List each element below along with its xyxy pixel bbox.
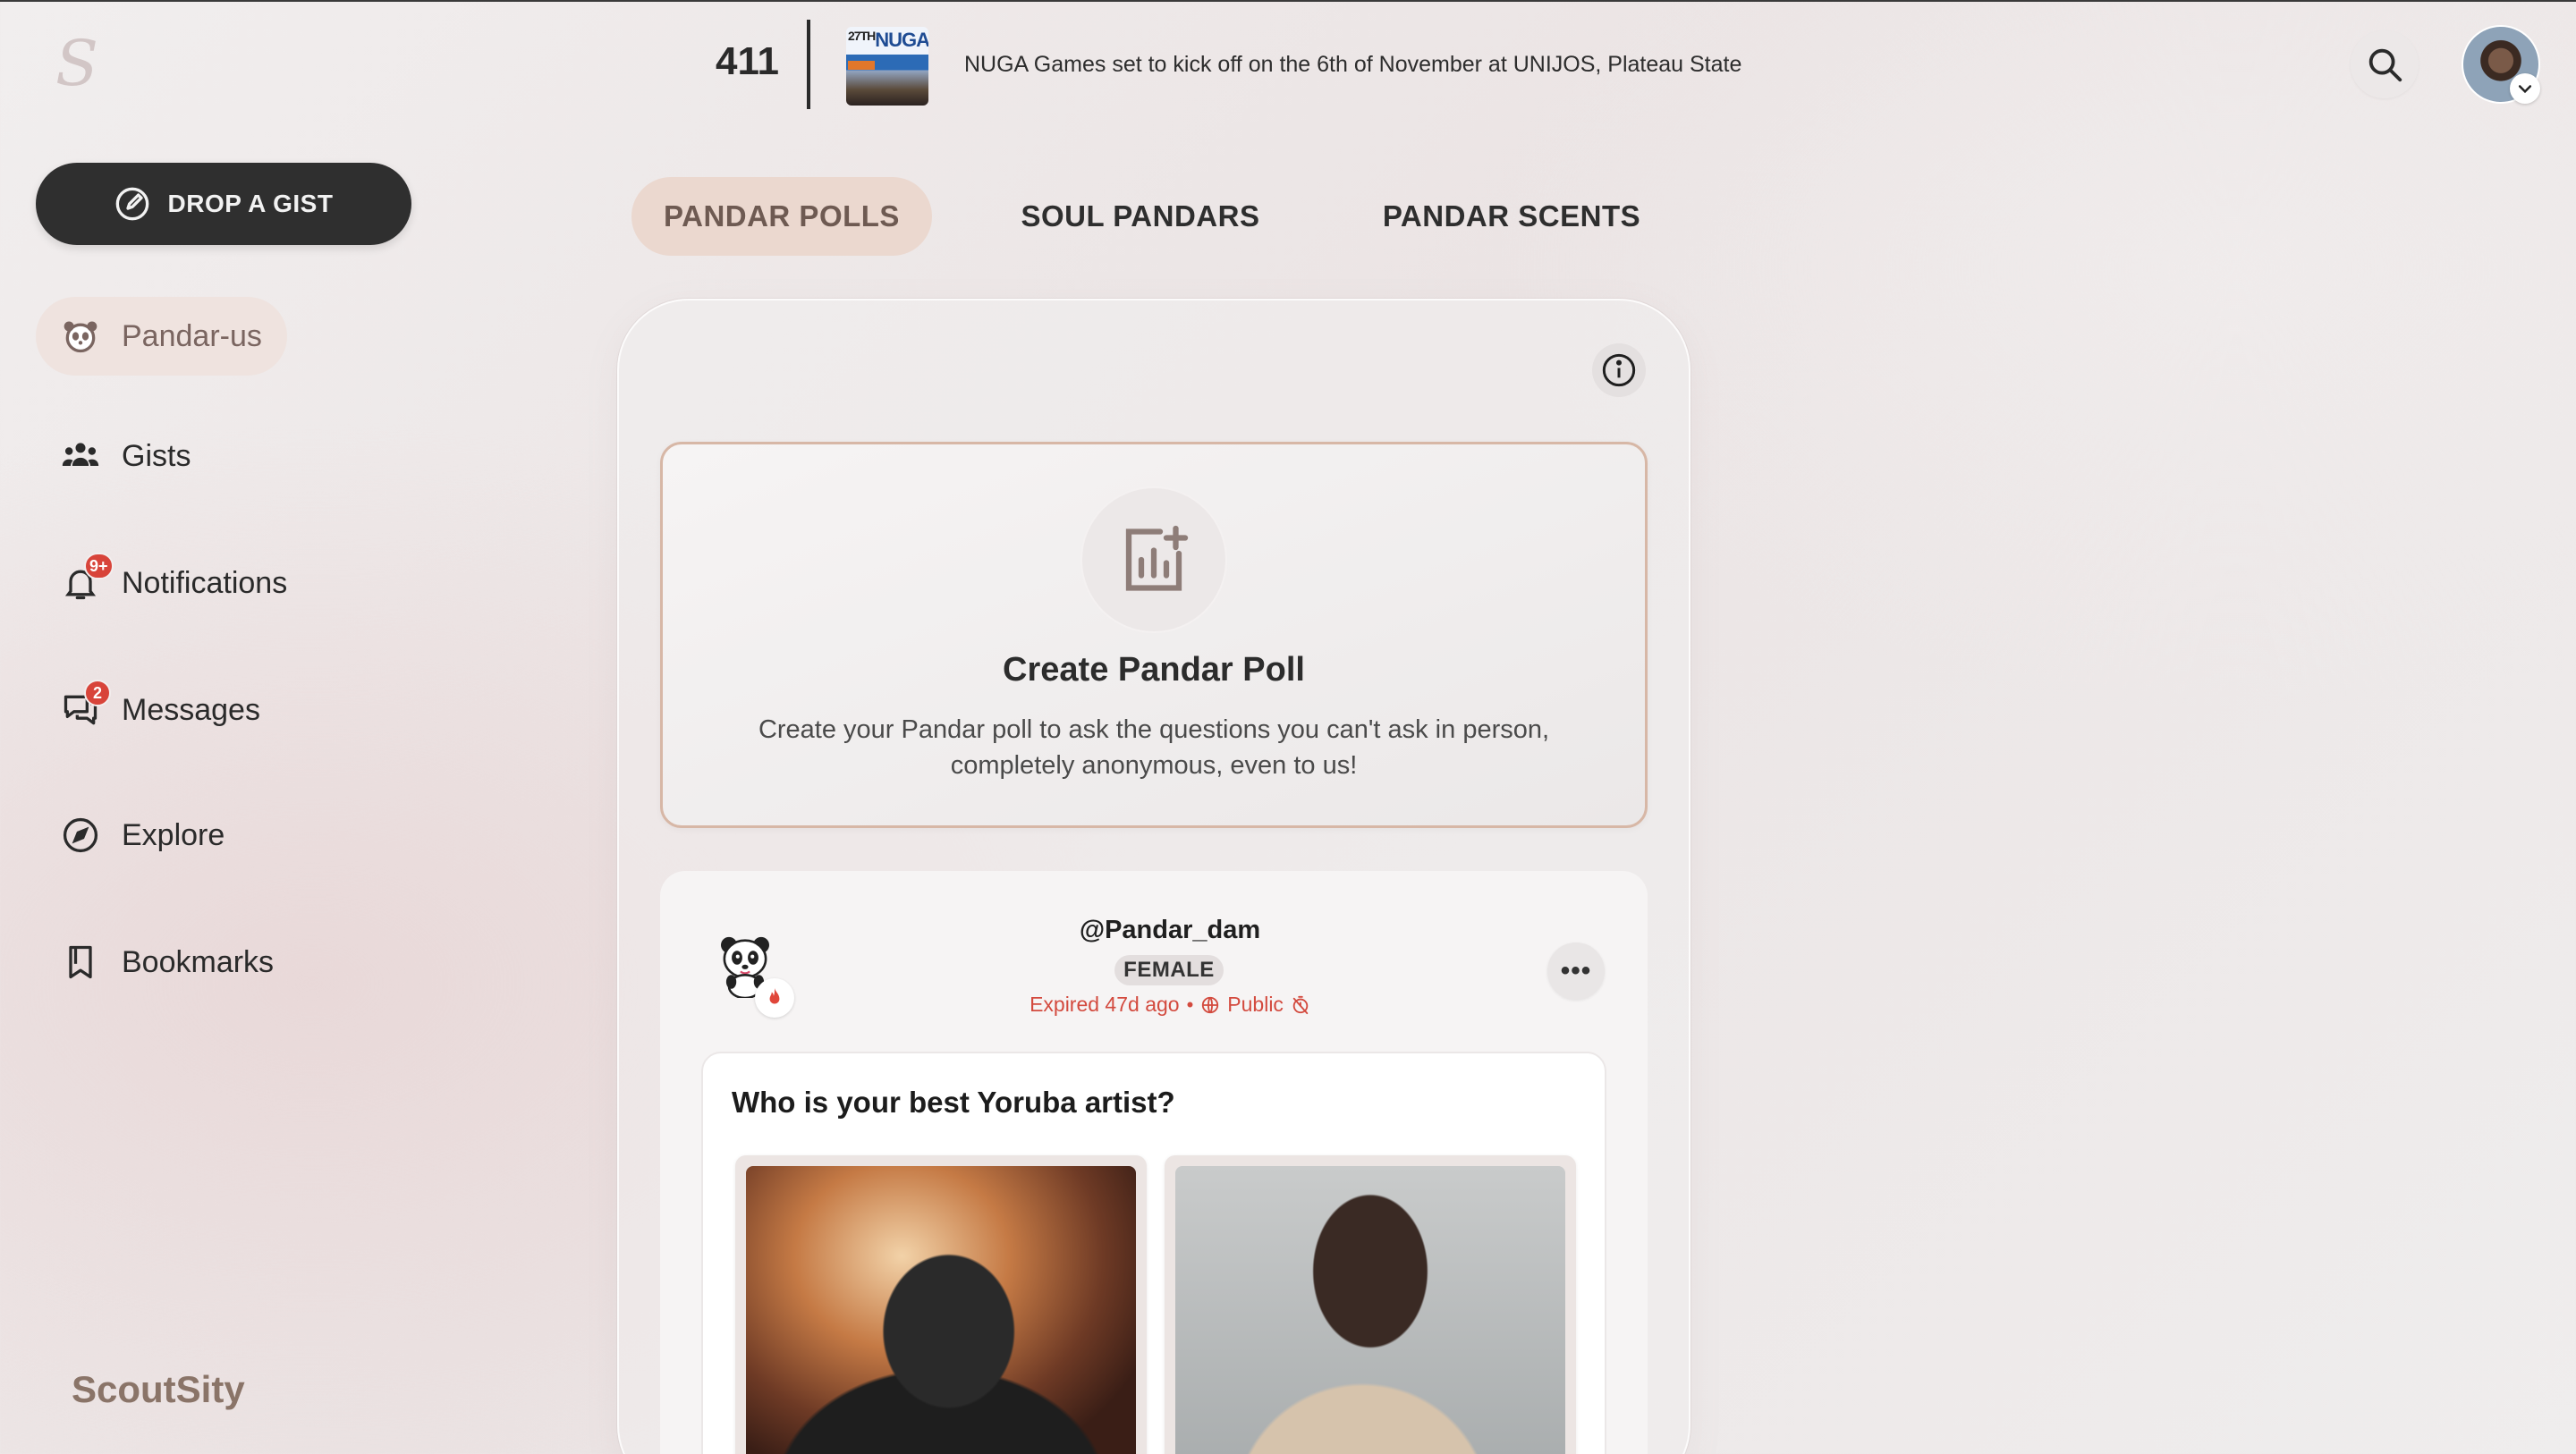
poll-question: Who is your best Yoruba artist?: [732, 1086, 1175, 1119]
poll-option-1-photo: [746, 1166, 1136, 1454]
chat-icon: 2: [61, 680, 111, 730]
post-meta: Expired 47d ago • Public: [991, 993, 1349, 1017]
news-thumb-stripe: [848, 61, 875, 70]
sidebar-item-notifications[interactable]: 9+ Notifications: [36, 544, 312, 622]
messages-badge: 2: [84, 680, 111, 706]
expiry-status: Expired 47d ago: [1030, 993, 1180, 1016]
sidebar-item-pandar-us[interactable]: Pandar-us: [36, 297, 287, 376]
timer-off-icon: [1292, 995, 1309, 1014]
info-icon: [1602, 353, 1636, 387]
tab-soul-pandars[interactable]: SOUL PANDARS: [993, 177, 1288, 256]
sidebar-item-label: Bookmarks: [122, 944, 275, 979]
tab-pandar-polls[interactable]: PANDAR POLLS: [631, 177, 932, 256]
headline-counter: 411: [716, 39, 779, 83]
info-button[interactable]: [1592, 343, 1646, 397]
search-button[interactable]: [2351, 30, 2419, 98]
poll-option-2[interactable]: [1165, 1155, 1576, 1454]
news-thumb-title: 27THNUGA: [848, 29, 928, 51]
post-more-button[interactable]: •••: [1547, 943, 1605, 1000]
drop-a-gist-label: DROP A GIST: [167, 190, 334, 217]
sidebar-item-label: Messages: [122, 692, 260, 727]
drop-a-gist-button[interactable]: DROP A GIST: [36, 163, 411, 245]
brand-name: ScoutSity: [72, 1368, 245, 1410]
add-chart-icon: [1125, 525, 1189, 591]
globe-icon: [1202, 996, 1219, 1013]
sidebar-item-label: Pandar-us: [122, 318, 262, 353]
edit-icon: [115, 187, 148, 221]
create-poll-icon-wrap[interactable]: [1082, 488, 1225, 631]
sidebar-item-label: Notifications: [122, 565, 288, 600]
sidebar-item-bookmarks[interactable]: Bookmarks: [36, 923, 299, 1002]
sidebar-item-label: Explore: [122, 817, 225, 852]
notifications-badge: 9+: [84, 553, 114, 579]
chevron-down-icon: [2518, 85, 2532, 94]
streak-badge: [755, 978, 794, 1018]
gender-badge: FEMALE: [1114, 955, 1224, 985]
create-poll-description: Create your Pandar poll to ask the quest…: [758, 715, 1550, 780]
visibility-label: Public: [1227, 993, 1284, 1016]
avatar-menu-toggle[interactable]: [2510, 73, 2540, 104]
bookmark-icon: [61, 943, 100, 982]
sidebar-item-label: Gists: [122, 438, 191, 473]
news-thumbnail[interactable]: 27THNUGA: [846, 27, 928, 106]
sidebar-item-explore[interactable]: Explore: [36, 796, 250, 875]
create-poll-title: Create Pandar Poll: [1003, 651, 1305, 689]
bell-icon: 9+: [61, 553, 114, 603]
news-headline[interactable]: NUGA Games set to kick off on the 6th of…: [964, 52, 1741, 78]
tab-pandar-scents[interactable]: PANDAR SCENTS: [1358, 177, 1665, 256]
window-top-border: [0, 0, 2576, 2]
group-icon: [61, 436, 100, 476]
meta-separator: •: [1186, 993, 1194, 1016]
header-divider: [807, 20, 810, 109]
search-icon: [2368, 48, 2402, 82]
poll-option-1[interactable]: [735, 1155, 1147, 1454]
post-username[interactable]: @Pandar_dam: [991, 916, 1349, 945]
compass-icon: [61, 816, 100, 855]
panda-icon: [61, 317, 100, 356]
fire-icon: [769, 988, 780, 1004]
poll-option-2-photo: [1175, 1166, 1565, 1454]
sidebar-item-messages[interactable]: 2 Messages: [36, 671, 285, 749]
sidebar-item-gists[interactable]: Gists: [36, 417, 216, 495]
app-logo[interactable]: S: [50, 32, 104, 95]
